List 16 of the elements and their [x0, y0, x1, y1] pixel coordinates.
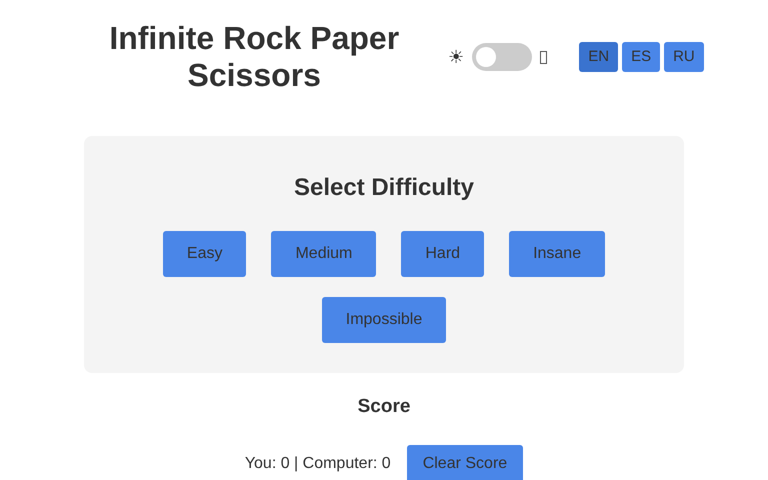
- difficulty-button[interactable]: Insane: [509, 230, 606, 277]
- difficulty-button[interactable]: Impossible: [322, 296, 446, 343]
- language-button[interactable]: ES: [622, 42, 660, 72]
- clear-score-button[interactable]: Clear Score: [406, 445, 524, 480]
- difficulty-button[interactable]: Medium: [271, 230, 376, 277]
- missing-glyph-icon: [540, 50, 548, 64]
- difficulty-heading: Select Difficulty: [292, 174, 476, 203]
- theme-toggle[interactable]: [472, 43, 532, 71]
- score-text: You: 0 | Computer: 0: [244, 454, 391, 474]
- app-title: Infinite Rock Paper Scissors: [108, 20, 400, 94]
- language-button[interactable]: RU: [664, 42, 704, 72]
- language-button[interactable]: EN: [579, 42, 618, 72]
- difficulty-button[interactable]: Easy: [162, 230, 246, 277]
- score-heading: Score: [356, 394, 412, 419]
- sun-glyph: ☀: [448, 46, 464, 68]
- difficulty-button[interactable]: Hard: [401, 230, 484, 277]
